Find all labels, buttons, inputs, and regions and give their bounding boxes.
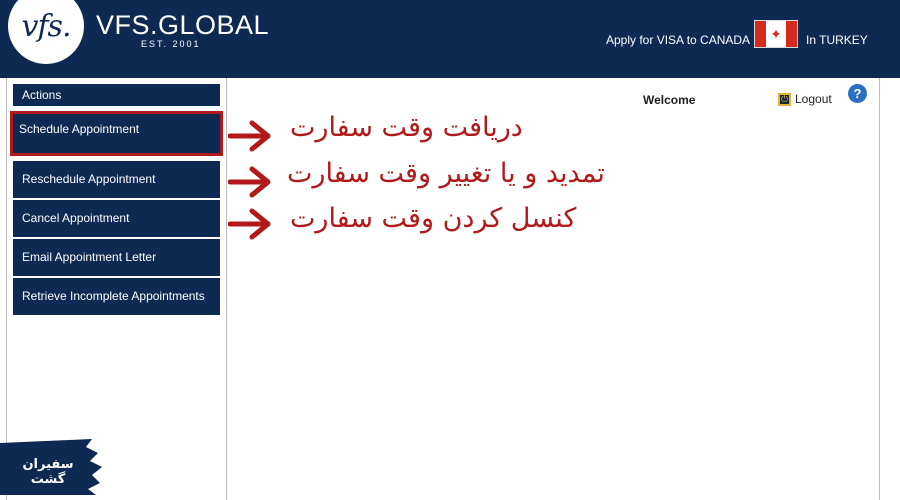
logo-mark: vfs. [21, 8, 72, 44]
annotation-reschedule: تمدید و یا تغییر وقت سفارت [287, 158, 605, 189]
cancel-appointment-button[interactable]: Cancel Appointment [13, 200, 220, 237]
logout-label: Logout [795, 92, 832, 106]
country-text: In TURKEY [806, 33, 868, 47]
welcome-text: Welcome [643, 93, 696, 107]
apply-visa-text: Apply for VISA to CANADA [606, 33, 751, 47]
brand-established: EST. 2001 [141, 39, 201, 49]
canada-flag-icon: ✦ [754, 20, 798, 48]
logout-icon: ⏻ [778, 92, 791, 106]
retrieve-incomplete-appointments-button[interactable]: Retrieve Incomplete Appointments [13, 278, 220, 315]
annotation-schedule: دریافت وقت سفارت [290, 112, 523, 143]
annotation-cancel: کنسل کردن وقت سفارت [290, 203, 577, 234]
site-header: vfs. VFS.GLOBAL EST. 2001 Apply for VISA… [0, 0, 900, 78]
brand-badge-text: سفیران گشت [22, 457, 74, 487]
email-appointment-letter-button[interactable]: Email Appointment Letter [13, 239, 220, 276]
brand-name: VFS.GLOBAL [96, 10, 270, 40]
arrow-right-icon [228, 166, 271, 198]
logout-link[interactable]: ⏻ Logout [778, 92, 832, 106]
help-icon[interactable]: ? [848, 84, 867, 103]
reschedule-appointment-button[interactable]: Reschedule Appointment [13, 161, 220, 198]
actions-header: Actions [13, 84, 220, 106]
schedule-appointment-button[interactable]: Schedule Appointment [10, 111, 223, 156]
vfs-logo[interactable]: vfs. [8, 0, 84, 64]
arrow-right-icon [228, 120, 271, 152]
arrow-right-icon [228, 208, 271, 240]
